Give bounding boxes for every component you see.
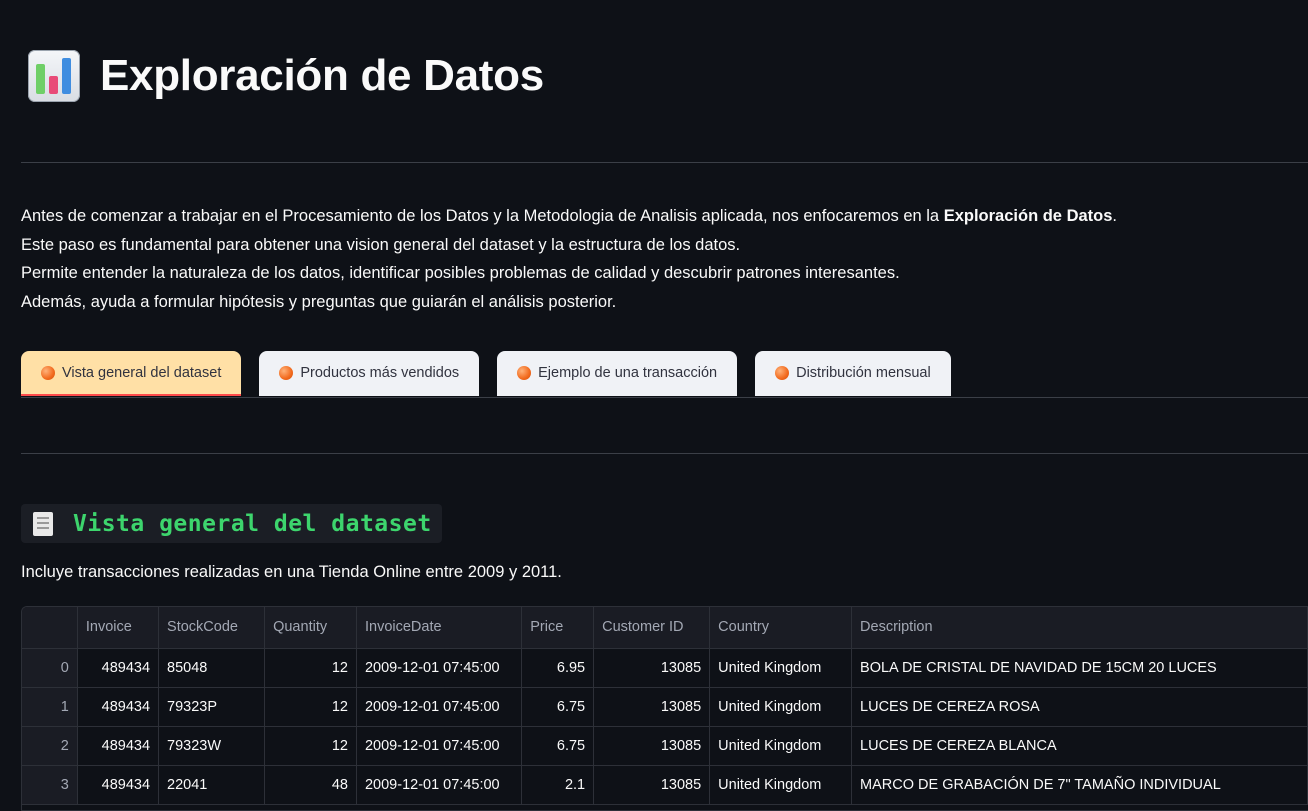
cell-customer-id[interactable]: 13085	[593, 687, 711, 727]
cell-country[interactable]: United Kingdom	[709, 726, 853, 766]
cell-stockcode[interactable]: 79323P	[158, 687, 266, 727]
divider	[21, 453, 1308, 454]
cell-description[interactable]: BOLA DE CRISTAL DE NAVIDAD DE 15CM 20 LU…	[851, 648, 1308, 688]
section-title: Vista general del dataset	[73, 510, 432, 537]
receipt-icon	[33, 511, 53, 536]
section-caption: Incluye transacciones realizadas en una …	[21, 563, 562, 581]
cell-customer-id[interactable]: 13085	[593, 765, 711, 805]
bar-chart-icon	[28, 50, 80, 102]
intro-line-4: Además, ayuda a formular hipótesis y pre…	[21, 292, 617, 311]
cell-invoicedate[interactable]: 2009-12-01 07:45:00	[356, 726, 523, 766]
column-header-invoice[interactable]: Invoice	[77, 607, 160, 649]
intro-line-1: Antes de comenzar a trabajar en el Proce…	[21, 207, 1118, 225]
app-page: Exploración de Datos Antes de comenzar a…	[0, 0, 1308, 811]
cell-price[interactable]: 6.95	[521, 648, 595, 688]
cell-stockcode[interactable]: 22041	[158, 765, 266, 805]
cell-quantity[interactable]: 12	[264, 726, 357, 766]
tab-baseline	[21, 397, 1308, 398]
intro-line-2: Este paso es fundamental para obtener un…	[21, 235, 741, 254]
page-title: Exploración de Datos	[100, 51, 544, 100]
cell-customer-id[interactable]: 13085	[593, 726, 711, 766]
row-index[interactable]: 2	[22, 726, 78, 766]
cell-stockcode[interactable]: 85048	[158, 648, 266, 688]
section-header: Vista general del dataset	[21, 504, 442, 543]
cell-stockcode[interactable]: 79323W	[158, 726, 266, 766]
column-header-description[interactable]: Description	[851, 607, 1308, 649]
table-row: 3 489434 22041 48 2009-12-01 07:45:00 2.…	[22, 765, 1308, 805]
data-table[interactable]: Invoice StockCode Quantity InvoiceDate P…	[21, 606, 1308, 811]
cell-price[interactable]: 6.75	[521, 726, 595, 766]
tab-vista-general[interactable]: Vista general del dataset	[21, 351, 242, 396]
table-row: 1 489434 79323P 12 2009-12-01 07:45:00 6…	[22, 687, 1308, 727]
cell-invoice[interactable]: 489434	[77, 726, 160, 766]
orange-circle-icon	[775, 365, 790, 380]
cell-price[interactable]: 2.1	[521, 765, 595, 805]
column-header-invoicedate[interactable]: InvoiceDate	[356, 607, 523, 649]
row-index[interactable]: 0	[22, 648, 78, 688]
cell-invoicedate[interactable]: 2009-12-01 07:45:00	[356, 648, 523, 688]
cell-quantity[interactable]: 12	[264, 648, 357, 688]
cell-invoice[interactable]: 489434	[77, 648, 160, 688]
divider	[21, 162, 1308, 163]
cell-description[interactable]: LUCES DE CEREZA ROSA	[851, 687, 1308, 727]
cell-description[interactable]: MARCO DE GRABACIÓN DE 7" TAMAÑO INDIVIDU…	[851, 765, 1308, 805]
intro-line-3: Permite entender la naturaleza de los da…	[21, 264, 900, 282]
cell-price[interactable]: 6.75	[521, 687, 595, 727]
cell-invoice[interactable]: 489434	[77, 687, 160, 727]
column-header-index[interactable]	[22, 607, 78, 649]
tab-productos-mas-vendidos[interactable]: Productos más vendidos	[259, 351, 480, 396]
column-header-country[interactable]: Country	[709, 607, 853, 649]
column-header-stockcode[interactable]: StockCode	[158, 607, 266, 649]
column-header-customer-id[interactable]: Customer ID	[593, 607, 711, 649]
cell-country[interactable]: United Kingdom	[709, 687, 853, 727]
cell-quantity[interactable]: 48	[264, 765, 357, 805]
cell-invoicedate[interactable]: 2009-12-01 07:45:00	[356, 687, 523, 727]
cell-description[interactable]: LUCES DE CEREZA BLANCA	[851, 726, 1308, 766]
orange-circle-icon	[41, 365, 55, 380]
cell-country[interactable]: United Kingdom	[709, 648, 853, 688]
tab-bar: Vista general del dataset Productos más …	[21, 351, 951, 396]
cell-country[interactable]: United Kingdom	[709, 765, 853, 805]
column-header-quantity[interactable]: Quantity	[264, 607, 357, 649]
tab-distribucion-mensual[interactable]: Distribución mensual	[755, 351, 951, 396]
cell-invoicedate[interactable]: 2009-12-01 07:45:00	[356, 765, 523, 805]
column-header-price[interactable]: Price	[521, 607, 595, 649]
row-index[interactable]: 3	[22, 765, 78, 805]
table-row: 0 489434 85048 12 2009-12-01 07:45:00 6.…	[22, 648, 1308, 688]
intro-text: Antes de comenzar a trabajar en el Proce…	[21, 202, 1117, 316]
cell-quantity[interactable]: 12	[264, 687, 357, 727]
orange-circle-icon	[517, 365, 532, 380]
cell-invoice[interactable]: 489434	[77, 765, 160, 805]
orange-circle-icon	[279, 365, 294, 380]
page-header: Exploración de Datos	[28, 50, 544, 102]
cell-customer-id[interactable]: 13085	[593, 648, 711, 688]
tab-ejemplo-transaccion[interactable]: Ejemplo de una transacción	[497, 351, 738, 396]
row-index[interactable]: 1	[22, 687, 78, 727]
table-header-row: Invoice StockCode Quantity InvoiceDate P…	[22, 607, 1308, 649]
table-row: 2 489434 79323W 12 2009-12-01 07:45:00 6…	[22, 726, 1308, 766]
